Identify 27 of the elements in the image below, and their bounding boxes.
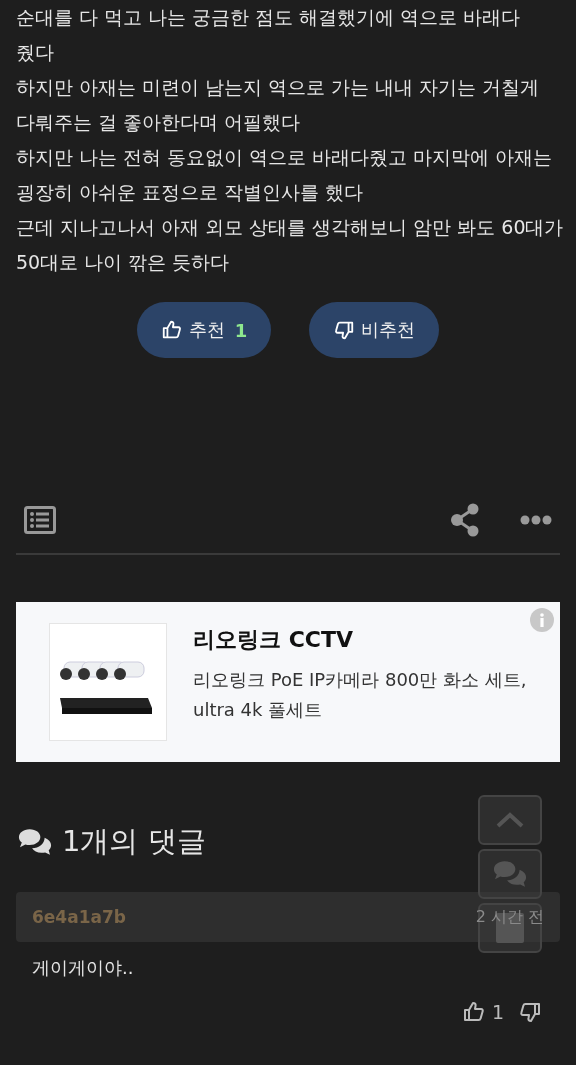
chevron-up-icon [495, 811, 525, 829]
list-button[interactable] [478, 903, 542, 953]
thumbs-up-icon [160, 319, 183, 341]
ad-banner[interactable]: 리오링크 CCTV 리오링크 PoE IP카메라 800만 화소 세트, ultra 4k 풀세트 [16, 602, 560, 762]
speech-bubbles-icon [491, 859, 529, 889]
not-recommend-button[interactable]: 비추천 [309, 302, 440, 358]
paragraph: 하지만 나는 전혀 동요없이 역으로 바래다줬고 마지막에 아재는 굉장히 아쉬운 표정으로 작별인사를 했다 [16, 145, 554, 205]
more-button[interactable] [520, 515, 552, 525]
speech-bubbles-icon [16, 827, 54, 857]
comment-dislike-button[interactable] [518, 1000, 542, 1024]
thumbs-down-icon [518, 1000, 542, 1024]
info-icon [530, 608, 554, 632]
paragraph: 하지만 아재는 미련이 남는지 역으로 가는 내내 자기는 거칠게 다뤄주는 걸 좋아한다며 어필했다 [16, 75, 541, 135]
paragraph: 근데 지나고나서 아재 외모 상태를 생각해보니 암만 봐도 60대가 50대로 나이 깎은 듯하다 [16, 215, 564, 275]
more-icon [520, 515, 552, 525]
share-button[interactable] [450, 503, 480, 537]
ad-title: 리오링크 CCTV [193, 626, 354, 654]
thumbs-up-icon [461, 1000, 486, 1024]
comment-text: 게이게이야.. [32, 956, 135, 980]
thumbs-down-icon [333, 319, 356, 341]
share-icon [450, 503, 480, 537]
recommend-button[interactable]: 추천 1 [136, 302, 272, 358]
comment-like-button[interactable]: 1 [461, 1000, 504, 1024]
paragraph: 순대를 다 먹고 나는 궁금한 점도 해결했기에 역으로 바래다 줬다 [16, 5, 522, 65]
ad-description: 리오링크 PoE IP카메라 800만 화소 세트, ultra 4k 풀세트 [193, 668, 528, 722]
comment-time: 2 시간 전 [475, 906, 544, 928]
comments-heading: 1개의 댓글 [62, 823, 206, 860]
